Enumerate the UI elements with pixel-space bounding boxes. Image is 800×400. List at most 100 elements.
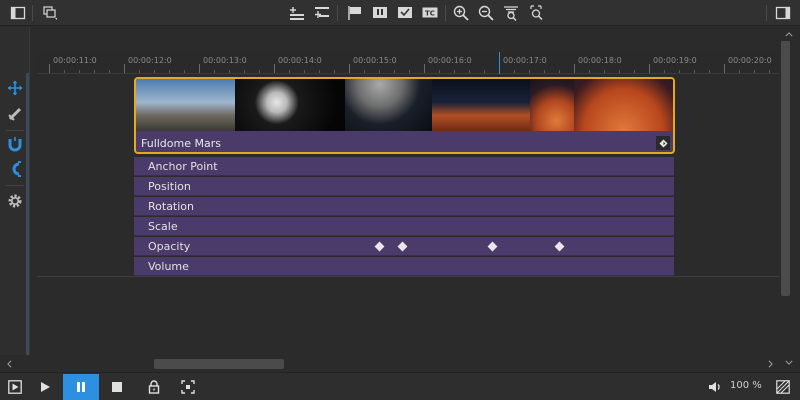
ruler-minor-tick [319,70,320,73]
ruler-minor-tick [169,70,170,73]
zoom-level[interactable]: 100 % [730,380,762,391]
ruler-minor-tick [754,70,755,73]
vertical-scroll-thumb[interactable] [781,41,790,296]
ruler-major-tick [274,64,275,73]
scroll-right-icon[interactable] [765,359,775,369]
keyframe-toggle-icon[interactable] [656,136,670,150]
ruler-minor-tick [469,70,470,73]
pause-icon[interactable] [63,374,99,400]
magnet-icon[interactable] [5,135,25,155]
thumb-red-planet [530,79,574,131]
ruler-major-tick [199,64,200,73]
play-icon[interactable] [32,374,58,400]
zoom-out-icon[interactable] [476,3,496,23]
property-label: Opacity [148,240,191,253]
track-header-edge [26,73,29,355]
ruler-minor-tick [454,70,455,73]
horizontal-scroll-thumb[interactable] [154,359,284,369]
ruler-minor-tick [694,70,695,73]
timecode-icon[interactable]: TC [420,3,440,23]
insert-track-below-icon[interactable] [312,3,332,23]
thumb-rocket-launch [136,79,235,131]
ruler-minor-tick [379,70,380,73]
ruler-label: 00:00:19:0 [653,56,697,65]
ruler-label: 00:00:17:0 [503,56,547,65]
ruler-minor-tick [289,70,290,73]
insert-track-above-icon[interactable] [287,3,307,23]
property-row[interactable]: Position [134,177,674,196]
ruler-minor-tick [394,70,395,73]
keyframe-marker[interactable] [397,241,407,252]
ruler-minor-tick [664,70,665,73]
settings-icon[interactable] [5,191,25,211]
transport-bar: 100 % [0,372,800,400]
video-clip[interactable]: Fulldome Mars [134,77,675,154]
property-label: Volume [148,260,189,273]
flag-icon[interactable] [345,3,365,23]
vertical-scrollbar[interactable] [779,27,800,372]
ruler-major-tick [49,64,50,73]
property-row[interactable]: Anchor Point [134,157,674,176]
property-label: Position [148,180,191,193]
clip-name: Fulldome Mars [141,137,221,150]
timeline-editor: TC 00:00:11:0 00:00:12:0 00:00:13:0 00:0… [0,0,800,400]
playhead[interactable] [499,52,500,74]
ruler-minor-tick [529,70,530,73]
ruler-minor-tick [184,70,185,73]
scroll-up-icon[interactable] [783,29,795,39]
ruler-minor-tick [364,70,365,73]
ruler-minor-tick [304,70,305,73]
scroll-down-icon[interactable] [783,357,795,367]
clip-thumbnails [136,79,673,131]
stop-icon[interactable] [104,374,130,400]
keyframe-marker[interactable] [374,241,385,252]
graph-icon[interactable] [770,374,796,400]
ruler-minor-tick [409,70,410,73]
scroll-left-icon[interactable] [4,359,14,369]
zoom-fit-icon[interactable] [501,3,521,23]
ruler-minor-tick [109,70,110,73]
property-row[interactable]: Scale [134,217,674,236]
ruler-minor-tick [604,70,605,73]
property-row[interactable]: Opacity [134,237,674,256]
panel-right-icon[interactable] [773,3,793,23]
ruler-minor-tick [64,70,65,73]
ruler-label: 00:00:13:0 [203,56,247,65]
ruler-minor-tick [214,70,215,73]
ruler-minor-tick [334,70,335,73]
zoom-reset-icon[interactable] [526,3,546,23]
keyframe-marker[interactable] [554,241,565,252]
marker-pause-icon[interactable] [370,3,390,23]
time-ruler[interactable]: 00:00:11:0 00:00:12:0 00:00:13:0 00:00:14:0… [37,52,779,74]
ruler-minor-tick [559,70,560,73]
thumb-astronaut [235,79,345,131]
ruler-minor-tick [619,70,620,73]
property-row[interactable]: Rotation [134,197,674,216]
layers-icon[interactable] [40,3,60,23]
ruler-minor-tick [229,70,230,73]
razor-icon[interactable] [5,104,25,124]
marker-check-icon[interactable] [395,3,415,23]
ruler-label: 00:00:16:0 [428,56,472,65]
property-label: Rotation [148,200,195,213]
property-label: Scale [148,220,178,233]
snap-icon[interactable] [5,159,25,179]
ruler-minor-tick [244,70,245,73]
horizontal-scrollbar[interactable] [0,356,779,372]
volume-icon[interactable] [702,374,728,400]
ruler-minor-tick [589,70,590,73]
ruler-major-tick [574,64,575,73]
ruler-minor-tick [259,70,260,73]
lock-icon[interactable] [141,374,167,400]
ruler-minor-tick [634,70,635,73]
stop-to-start-icon[interactable] [2,374,28,400]
fit-icon[interactable] [175,374,201,400]
track-divider [37,276,779,277]
ruler-minor-tick [439,70,440,73]
panel-left-icon[interactable] [8,3,28,23]
keyframe-marker[interactable] [487,241,497,252]
ruler-minor-tick [79,70,80,73]
property-row[interactable]: Volume [134,257,674,276]
move-icon[interactable] [5,78,25,98]
zoom-in-icon[interactable] [451,3,471,23]
